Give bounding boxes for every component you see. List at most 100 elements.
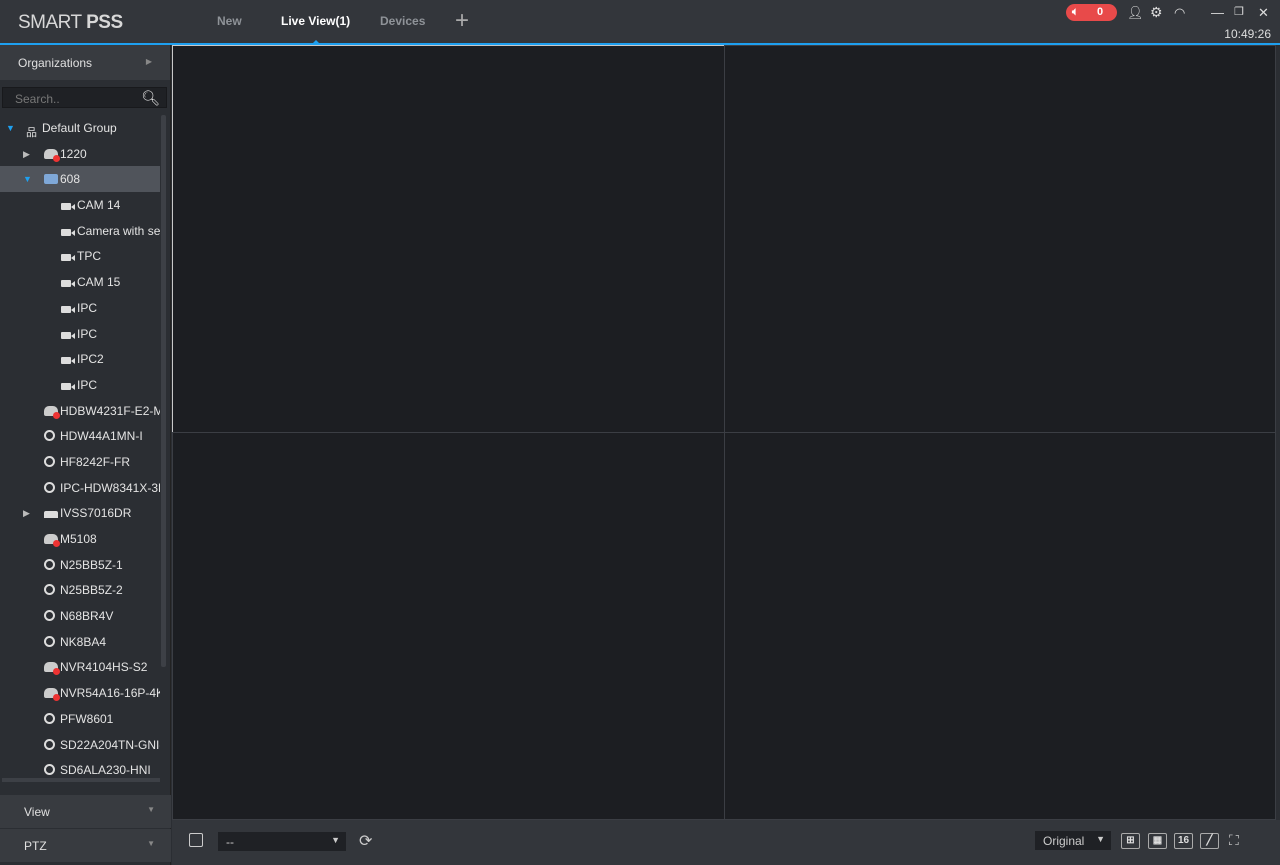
tree-node[interactable]: HF8242F-FR [0, 449, 160, 475]
ipc-icon [44, 635, 55, 647]
tab-new[interactable]: New [217, 14, 242, 28]
expand-toggle-icon[interactable]: ▶ [23, 141, 30, 167]
tree-node[interactable]: N25BB5Z-2 [0, 577, 160, 603]
tab-devices[interactable]: Devices [380, 14, 425, 28]
tree-node[interactable]: M5108 [0, 526, 160, 552]
search-icon[interactable]: 🔍︎ [141, 89, 160, 107]
tree-node-label: Default Group [42, 121, 117, 135]
tree-node[interactable]: ▶ 1220 [0, 141, 160, 167]
tree-node-label: IVSS7016DR [60, 506, 132, 521]
tree-node[interactable]: IPC-HDW8341X-3D [0, 475, 160, 501]
cycle-play-icon[interactable]: ⟳ [359, 831, 372, 851]
tree-node-label: HDW44A1MN-I [60, 429, 143, 444]
gear-icon[interactable]: ⚙ [1150, 4, 1163, 21]
tree-node[interactable]: ▼ 608 [0, 166, 160, 193]
video-window-1[interactable] [172, 45, 725, 433]
collapse-toggle-icon[interactable]: ▼ [6, 115, 15, 141]
tree-node[interactable]: NVR54A16-16P-4K [0, 680, 160, 706]
expand-toggle-icon[interactable]: ▶ [23, 500, 30, 526]
custom-layout-icon[interactable]: ╱ [1200, 833, 1219, 849]
camera-channel-icon [61, 254, 75, 262]
tree-scrollbar[interactable] [161, 115, 166, 667]
ptz-panel-header[interactable]: PTZ ▼ [0, 829, 171, 862]
search-input[interactable] [3, 88, 143, 110]
search-box: 🔍︎ [2, 87, 167, 110]
tree-node[interactable]: PFW8601 [0, 706, 160, 732]
app-logo: SMART PSS [18, 12, 123, 33]
fullscreen-icon[interactable]: ⛶ [1229, 832, 1239, 849]
user-icon[interactable]: 👤︎ [1127, 5, 1144, 21]
layout-4-icon[interactable]: ⊞ [1121, 833, 1140, 849]
camera-channel-icon [61, 305, 75, 313]
tree-node[interactable]: ▶ IVSS7016DR [0, 500, 160, 526]
tree-node[interactable]: CAM 14 [0, 192, 160, 218]
add-tab-button[interactable]: + [455, 9, 469, 33]
layout-16-button[interactable]: 16 [1174, 833, 1193, 849]
chevron-down-icon: ▼ [147, 839, 155, 848]
ipc-icon [44, 558, 55, 570]
tree-node-label: CAM 15 [77, 275, 121, 290]
organizations-header[interactable]: Organizations ▶ [0, 45, 170, 80]
sidebar: Organizations▶ 🔍︎ ▼ Default Group ▶ 1220 ▼ 60… [0, 45, 171, 865]
tree-node[interactable]: IPC [0, 372, 160, 398]
tree-node[interactable]: NVR4104HS-S2 [0, 654, 160, 680]
tree-node-label: N25BB5Z-2 [60, 583, 123, 598]
title-bar: SMART PSS New Live View(1) Devices + 🔈︎ 0… [0, 0, 1280, 45]
tree-node[interactable]: SD22A204TN-GNI- [0, 732, 160, 758]
tree-node-label: IPC [77, 326, 98, 341]
group-icon [26, 120, 40, 141]
ipc-icon [44, 584, 55, 596]
tree-node[interactable]: IPC [0, 295, 160, 321]
video-grid [172, 45, 1276, 820]
tree-node[interactable]: Camera with se [0, 218, 160, 244]
tree-node[interactable]: TPC [0, 243, 160, 269]
view-select[interactable]: -- ▼ [218, 832, 346, 851]
tree-node-label: M5108 [60, 532, 97, 546]
tree-node[interactable]: IPC [0, 321, 160, 347]
alarm-count: 0 [1097, 6, 1104, 18]
camera-channel-icon [61, 228, 75, 236]
video-window-4[interactable] [724, 432, 1276, 820]
tab-live-view[interactable]: Live View(1) [281, 14, 350, 43]
collapse-toggle-icon[interactable]: ▼ [23, 166, 32, 192]
tree-node-label: HF8242F-FR [60, 454, 131, 469]
device-offline-icon [44, 662, 60, 676]
tree-node[interactable]: HDBW4231F-E2-M [0, 398, 160, 424]
tree-node[interactable]: N25BB5Z-1 [0, 552, 160, 578]
save-view-icon[interactable] [189, 833, 203, 847]
video-window-3[interactable] [172, 432, 725, 820]
tree-node[interactable]: ▼ Default Group [0, 115, 160, 141]
ivss-icon [44, 511, 58, 519]
nvr-icon [44, 174, 58, 185]
video-window-2[interactable] [724, 45, 1276, 433]
view-panel-header[interactable]: View ▼ [0, 795, 171, 828]
ipc-icon [44, 430, 55, 442]
ipc-icon [44, 481, 55, 493]
device-offline-icon [44, 534, 60, 547]
tree-node-label: SD22A204TN-GNI- [60, 737, 160, 752]
tree-horizontal-scrollbar[interactable] [2, 778, 160, 782]
chevron-right-icon: ▶ [145, 57, 152, 66]
close-icon[interactable]: ✕ [1258, 5, 1269, 21]
layout-9-icon[interactable]: ▦ [1148, 833, 1167, 849]
ipc-icon [44, 455, 55, 467]
tree-node-label: IPC-HDW8341X-3D [60, 480, 160, 495]
stream-select[interactable]: Original ▼ [1035, 831, 1111, 850]
tree-node[interactable]: IPC2 [0, 346, 160, 372]
dropdown-arrow-icon: ▼ [1096, 834, 1105, 844]
tree-node[interactable]: N68BR4V [0, 603, 160, 629]
alarm-button[interactable]: 🔈︎ 0 [1066, 4, 1117, 21]
minimize-icon[interactable]: — [1211, 5, 1224, 20]
tree-node-label: IPC [77, 300, 98, 315]
tree-node[interactable]: CAM 15 [0, 269, 160, 295]
device-tree: ▼ Default Group ▶ 1220 ▼ 608 CAM 14 Camera with… [0, 115, 160, 782]
tree-node-label: HDBW4231F-E2-M [60, 403, 160, 418]
tree-node[interactable]: HDW44A1MN-I [0, 423, 160, 449]
tree-node-label: PFW8601 [60, 711, 114, 726]
tree-node[interactable]: NK8BA4 [0, 629, 160, 655]
tree-node-label: 1220 [60, 146, 87, 161]
tree-node-label: Camera with se [77, 223, 160, 238]
tree-node-label: N68BR4V [60, 609, 114, 624]
performance-icon[interactable]: ◠ [1174, 5, 1185, 21]
restore-icon[interactable]: ❐ [1234, 5, 1244, 18]
